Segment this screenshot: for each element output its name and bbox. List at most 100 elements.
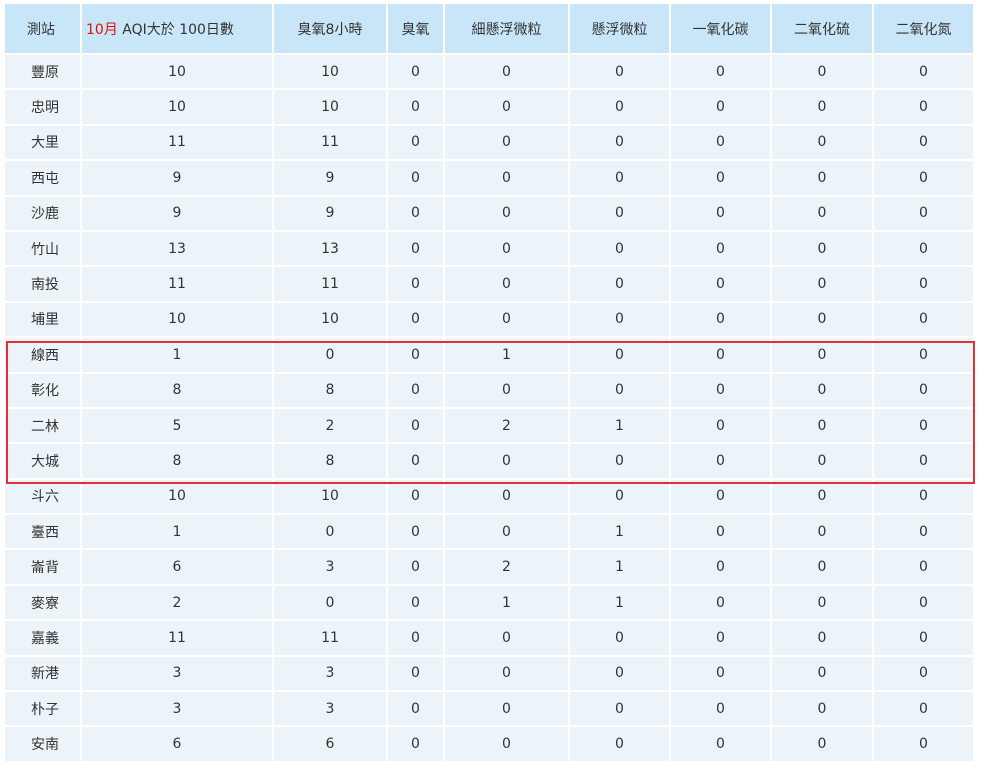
cell-pm25: 1 bbox=[445, 338, 568, 372]
cell-so2: 0 bbox=[772, 727, 872, 761]
table-row: 大城 8 8 0 0 0 0 0 0 bbox=[5, 444, 973, 478]
cell-aqi-days: 5 bbox=[82, 408, 272, 443]
header-aqi-days: 10月 AQI大於 100日數 bbox=[82, 4, 272, 53]
cell-ozone-8hr: 9 bbox=[274, 161, 386, 195]
cell-pm10: 0 bbox=[570, 338, 669, 372]
cell-co: 0 bbox=[671, 231, 770, 266]
cell-so2: 0 bbox=[772, 408, 872, 443]
cell-no2: 0 bbox=[874, 125, 973, 160]
cell-ozone-8hr: 10 bbox=[274, 90, 386, 124]
cell-pm10: 1 bbox=[570, 408, 669, 443]
header-co: 一氧化碳 bbox=[671, 4, 770, 53]
cell-co: 0 bbox=[671, 302, 770, 337]
header-row: 測站 10月 AQI大於 100日數 臭氧8小時 臭氧 細懸浮微粒 懸浮微粒 一… bbox=[5, 4, 973, 53]
cell-co: 0 bbox=[671, 692, 770, 726]
cell-so2: 0 bbox=[772, 515, 872, 549]
cell-ozone: 0 bbox=[388, 231, 443, 266]
cell-no2: 0 bbox=[874, 444, 973, 478]
cell-so2: 0 bbox=[772, 338, 872, 372]
cell-ozone-8hr: 8 bbox=[274, 444, 386, 478]
cell-pm25: 0 bbox=[445, 161, 568, 195]
cell-station: 埔里 bbox=[5, 302, 80, 337]
cell-ozone-8hr: 8 bbox=[274, 373, 386, 407]
cell-station: 豐原 bbox=[5, 55, 80, 89]
cell-station: 忠明 bbox=[5, 90, 80, 124]
table-row: 安南 6 6 0 0 0 0 0 0 bbox=[5, 727, 973, 761]
aqi-exceedance-table: 測站 10月 AQI大於 100日數 臭氧8小時 臭氧 細懸浮微粒 懸浮微粒 一… bbox=[3, 2, 975, 763]
cell-so2: 0 bbox=[772, 267, 872, 301]
cell-ozone: 0 bbox=[388, 692, 443, 726]
cell-ozone: 0 bbox=[388, 90, 443, 124]
cell-ozone-8hr: 3 bbox=[274, 656, 386, 691]
cell-co: 0 bbox=[671, 161, 770, 195]
table-row: 線西 1 0 0 1 0 0 0 0 bbox=[5, 338, 973, 372]
table-row: 朴子 3 3 0 0 0 0 0 0 bbox=[5, 692, 973, 726]
cell-pm10: 0 bbox=[570, 656, 669, 691]
header-aqi-label: AQI大於 100日數 bbox=[122, 21, 234, 38]
cell-pm10: 0 bbox=[570, 161, 669, 195]
cell-aqi-days: 11 bbox=[82, 621, 272, 655]
cell-ozone-8hr: 10 bbox=[274, 55, 386, 89]
header-pm25: 細懸浮微粒 bbox=[445, 4, 568, 53]
table-body: 豐原 10 10 0 0 0 0 0 0 忠明 10 10 0 0 0 0 0 0 大里 11 11 0 0 0 0 0 0 西屯 9 9… bbox=[5, 55, 973, 761]
cell-pm10: 0 bbox=[570, 479, 669, 514]
cell-station: 臺西 bbox=[5, 515, 80, 549]
cell-pm10: 0 bbox=[570, 373, 669, 407]
cell-co: 0 bbox=[671, 373, 770, 407]
cell-pm25: 0 bbox=[445, 444, 568, 478]
cell-co: 0 bbox=[671, 125, 770, 160]
cell-pm10: 1 bbox=[570, 515, 669, 549]
cell-ozone: 0 bbox=[388, 196, 443, 230]
cell-ozone: 0 bbox=[388, 585, 443, 620]
cell-pm10: 0 bbox=[570, 125, 669, 160]
cell-pm25: 0 bbox=[445, 55, 568, 89]
cell-no2: 0 bbox=[874, 479, 973, 514]
header-pm10: 懸浮微粒 bbox=[570, 4, 669, 53]
header-month: 10月 bbox=[86, 21, 118, 38]
cell-no2: 0 bbox=[874, 408, 973, 443]
cell-pm25: 0 bbox=[445, 267, 568, 301]
cell-co: 0 bbox=[671, 55, 770, 89]
cell-co: 0 bbox=[671, 727, 770, 761]
cell-no2: 0 bbox=[874, 338, 973, 372]
cell-pm25: 2 bbox=[445, 408, 568, 443]
cell-so2: 0 bbox=[772, 302, 872, 337]
cell-station: 麥寮 bbox=[5, 585, 80, 620]
cell-so2: 0 bbox=[772, 621, 872, 655]
cell-ozone-8hr: 0 bbox=[274, 585, 386, 620]
cell-pm10: 0 bbox=[570, 727, 669, 761]
table-row: 臺西 1 0 0 0 1 0 0 0 bbox=[5, 515, 973, 549]
cell-no2: 0 bbox=[874, 585, 973, 620]
cell-pm25: 1 bbox=[445, 585, 568, 620]
cell-no2: 0 bbox=[874, 656, 973, 691]
cell-no2: 0 bbox=[874, 90, 973, 124]
cell-pm25: 0 bbox=[445, 515, 568, 549]
table-row: 豐原 10 10 0 0 0 0 0 0 bbox=[5, 55, 973, 89]
cell-station: 斗六 bbox=[5, 479, 80, 514]
table-row: 埔里 10 10 0 0 0 0 0 0 bbox=[5, 302, 973, 337]
cell-pm10: 0 bbox=[570, 90, 669, 124]
cell-aqi-days: 13 bbox=[82, 231, 272, 266]
cell-so2: 0 bbox=[772, 550, 872, 584]
cell-so2: 0 bbox=[772, 585, 872, 620]
cell-ozone: 0 bbox=[388, 408, 443, 443]
cell-ozone-8hr: 0 bbox=[274, 515, 386, 549]
cell-station: 大里 bbox=[5, 125, 80, 160]
cell-aqi-days: 11 bbox=[82, 125, 272, 160]
table-header: 測站 10月 AQI大於 100日數 臭氧8小時 臭氧 細懸浮微粒 懸浮微粒 一… bbox=[5, 4, 973, 53]
cell-pm25: 2 bbox=[445, 550, 568, 584]
cell-pm10: 0 bbox=[570, 621, 669, 655]
cell-co: 0 bbox=[671, 515, 770, 549]
cell-pm25: 0 bbox=[445, 692, 568, 726]
cell-so2: 0 bbox=[772, 656, 872, 691]
cell-no2: 0 bbox=[874, 231, 973, 266]
cell-pm10: 1 bbox=[570, 585, 669, 620]
cell-so2: 0 bbox=[772, 373, 872, 407]
cell-aqi-days: 8 bbox=[82, 373, 272, 407]
cell-pm10: 0 bbox=[570, 55, 669, 89]
cell-pm10: 0 bbox=[570, 267, 669, 301]
cell-aqi-days: 1 bbox=[82, 338, 272, 372]
cell-no2: 0 bbox=[874, 621, 973, 655]
table-row: 忠明 10 10 0 0 0 0 0 0 bbox=[5, 90, 973, 124]
cell-ozone: 0 bbox=[388, 55, 443, 89]
